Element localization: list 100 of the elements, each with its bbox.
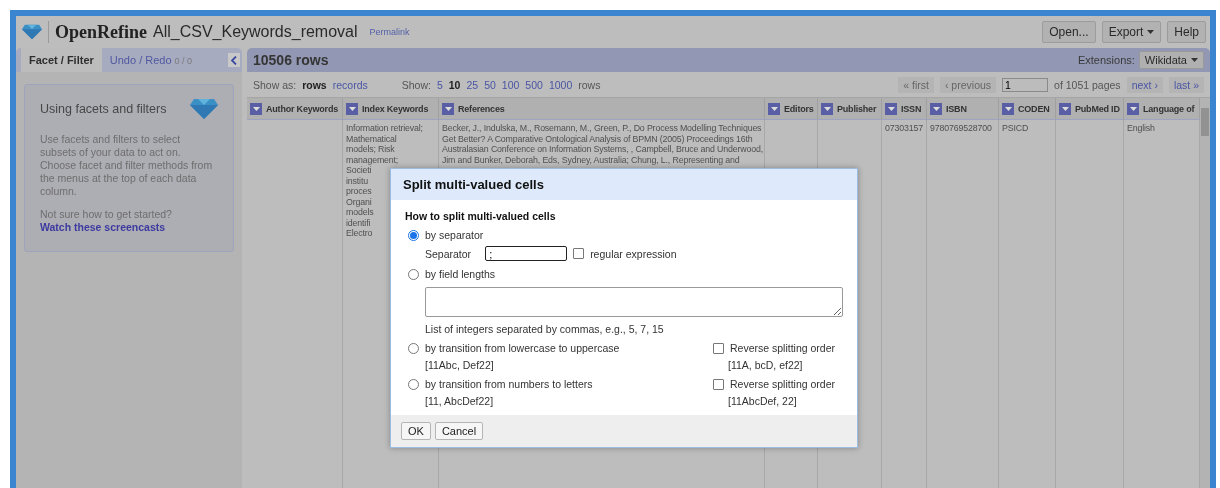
page-size-link[interactable]: 1000 — [548, 78, 573, 91]
page-size-link[interactable]: 50 — [484, 78, 496, 91]
chevron-left-icon — [231, 55, 237, 65]
caret-icon — [1129, 106, 1137, 111]
example-text: [11AbcDef, 22] — [728, 395, 797, 407]
column-menu-button[interactable] — [1059, 102, 1071, 115]
example-text: [11A, bcD, ef22] — [728, 359, 803, 371]
column-header[interactable]: ISSN — [882, 98, 927, 120]
header-button[interactable]: Export — [1101, 21, 1162, 43]
card-title: Using facets and filters — [40, 102, 167, 116]
column-menu-button[interactable] — [250, 102, 262, 115]
checkbox[interactable] — [713, 342, 724, 354]
view-mode-link[interactable]: rows — [302, 78, 327, 91]
show-label: Show: — [401, 78, 431, 91]
cell-text: Organi — [346, 196, 372, 207]
cell-text: identifi — [346, 217, 371, 228]
hint-text: List of integers separated by commas, e.g., 5, 7, 15 — [425, 323, 664, 335]
caret-icon — [1191, 58, 1198, 62]
radio-button[interactable] — [408, 342, 419, 354]
cell-text: PSICD — [1002, 123, 1029, 134]
cell-text: models — [346, 207, 374, 218]
row-count: 10506 rows — [253, 52, 329, 68]
section-heading: How to split multi-valued cells — [405, 210, 557, 222]
cell-text: institu — [346, 175, 368, 186]
column-header[interactable]: Language of — [1124, 98, 1200, 120]
column-header[interactable]: CODEN — [999, 98, 1056, 120]
column-menu-button[interactable] — [1127, 102, 1139, 115]
caret-icon — [444, 106, 452, 111]
caret-icon — [823, 106, 831, 111]
pagination-link[interactable]: next › — [1126, 76, 1163, 93]
page-size-link[interactable]: 10 — [448, 78, 461, 91]
page-size-link[interactable]: 500 — [525, 78, 543, 91]
radio-option[interactable]: by separator — [405, 226, 843, 244]
caret-icon — [770, 106, 778, 111]
column-header[interactable]: Index Keywords — [343, 98, 439, 120]
cancel-button[interactable]: Cancel — [434, 422, 484, 440]
caret-icon — [252, 106, 260, 111]
column-menu-button[interactable] — [1002, 102, 1014, 115]
cell-text: models; Risk — [346, 144, 395, 155]
diamond-icon — [190, 99, 218, 119]
radio-option[interactable]: by transition from numbers to letters — [405, 375, 713, 393]
header-button[interactable]: Help — [1167, 21, 1206, 43]
project-name[interactable]: All_CSV_Keywords_removal — [153, 23, 358, 41]
help-text: Use facets and filters to select subsets of your data to act on. Choose facet and filter methods from the menus at the top of each data column. — [40, 133, 214, 198]
caret-icon — [1004, 106, 1012, 111]
cell-text: Get Better? A Comparative Ontological Analysis of BPMN (2005) Proceedings 16th — [442, 133, 753, 144]
screencasts-link[interactable]: Watch these screencasts — [40, 221, 218, 233]
panel-tab[interactable]: Facet / Filter — [21, 48, 102, 72]
radio-button[interactable] — [408, 229, 419, 241]
example-text: [11Abc, Def22] — [425, 359, 494, 371]
view-mode-link[interactable]: records — [332, 78, 368, 91]
show-as-label: Show as: — [253, 78, 297, 91]
radio-button[interactable] — [408, 378, 419, 390]
caret-icon — [932, 106, 940, 111]
checkbox-label: Reverse splitting order — [730, 378, 836, 390]
checkbox[interactable] — [713, 378, 724, 390]
cell-text: management; — [346, 154, 399, 165]
column-header[interactable]: References — [439, 98, 765, 120]
column-menu-button[interactable] — [885, 102, 897, 115]
column-header[interactable]: Publisher — [818, 98, 882, 120]
checkbox-label: Reverse splitting order — [730, 342, 836, 354]
cell-text: Information retrieval; — [346, 123, 423, 134]
radio-button[interactable] — [408, 268, 419, 280]
ok-button[interactable]: OK — [401, 422, 431, 440]
column-header[interactable]: Author Keywords — [247, 98, 343, 120]
scrollbar[interactable] — [1200, 98, 1210, 488]
page-size-link[interactable]: 5 — [436, 78, 443, 91]
rows-label: rows — [578, 78, 601, 91]
page-size-link[interactable]: 25 — [466, 78, 479, 91]
logo-icon — [22, 24, 42, 40]
radio-option[interactable]: by transition from lowercase to uppercase — [405, 339, 713, 357]
column-menu-button[interactable] — [768, 102, 780, 115]
cell-text: Societi — [346, 165, 372, 176]
collapse-button[interactable] — [228, 53, 240, 67]
column-menu-button[interactable] — [442, 102, 454, 115]
column-menu-button[interactable] — [930, 102, 942, 115]
column-menu-button[interactable] — [821, 102, 833, 115]
pagination-link[interactable]: last » — [1168, 76, 1204, 93]
header-button[interactable]: Open... — [1042, 21, 1096, 43]
extensions-button[interactable]: Wikidata — [1138, 51, 1204, 69]
dialog-title: Split multi-valued cells — [391, 169, 857, 200]
cell-text: Jim and Bunker, Deborah, Eds, Sydney, Australia; Chung, L., Representing and — [442, 154, 740, 165]
column-menu-button[interactable] — [346, 102, 358, 115]
cell-text: Australasian Conference on Information Systems, , Campbell, Bruce and Underwood, — [442, 144, 763, 155]
page-size-link[interactable]: 100 — [501, 78, 520, 91]
cell-text: 07303157 — [885, 123, 923, 134]
page-field[interactable]: 1 — [1002, 77, 1049, 92]
page-count: of 1051 pages — [1054, 78, 1121, 91]
caret-icon — [1061, 106, 1069, 111]
checkbox[interactable] — [573, 248, 585, 259]
app-name: OpenRefine — [55, 21, 147, 43]
radio-option[interactable]: by field lengths — [405, 265, 843, 283]
extensions-label: Extensions: — [1077, 54, 1135, 66]
permalink[interactable]: Permalink — [369, 27, 410, 37]
field-lengths-input[interactable] — [425, 287, 843, 317]
column-header[interactable]: Editors — [765, 98, 818, 120]
column-header[interactable]: ISBN — [927, 98, 999, 120]
separator-field[interactable]: ; — [485, 246, 568, 261]
column-header[interactable]: PubMed ID — [1056, 98, 1124, 120]
cell-text: Mathematical — [346, 133, 397, 144]
